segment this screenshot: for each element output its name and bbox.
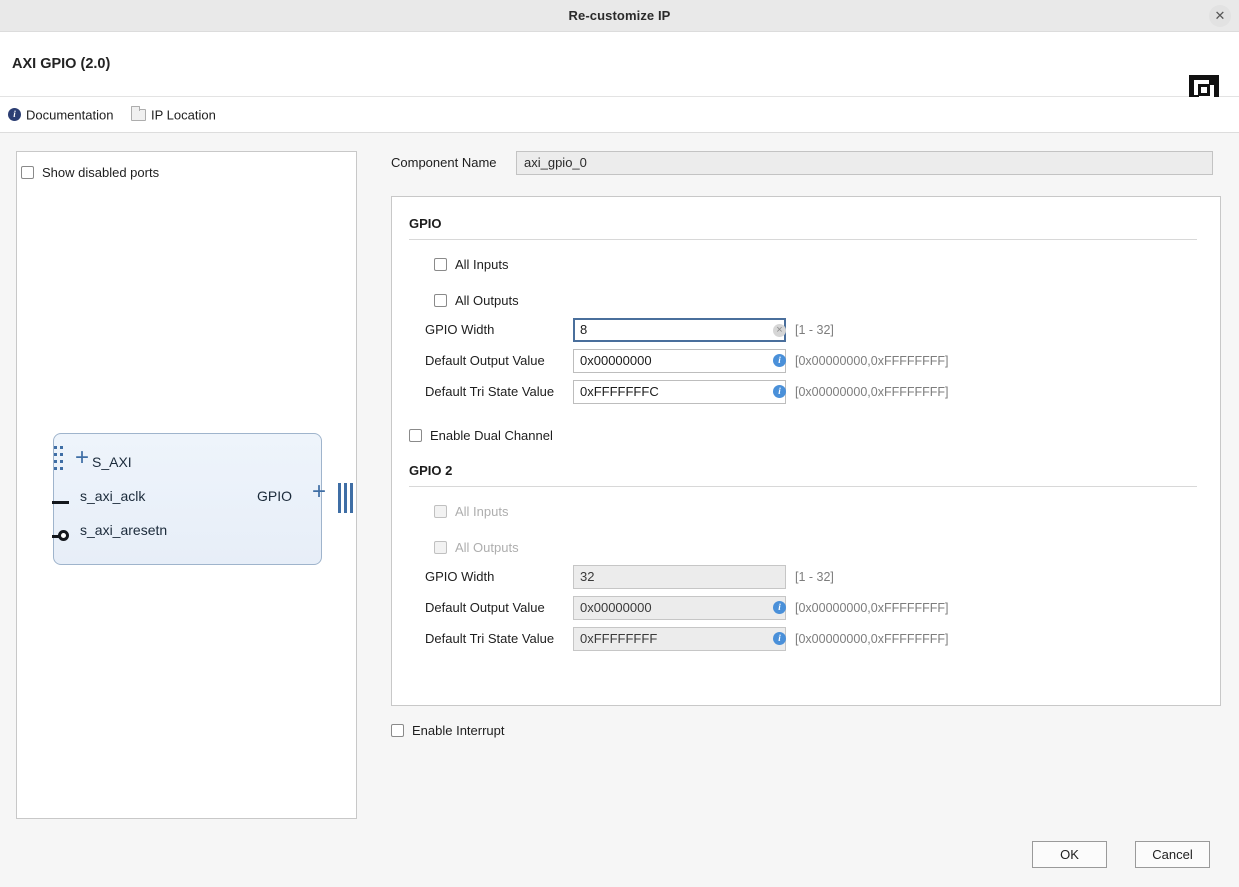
clear-icon[interactable] bbox=[773, 324, 786, 337]
documentation-label: Documentation bbox=[26, 107, 114, 123]
gpio2-default-tristate-label: Default Tri State Value bbox=[425, 631, 555, 646]
gpio2-group-divider bbox=[409, 486, 1197, 487]
gpio2-width-input: 32 bbox=[573, 565, 786, 589]
gpio-default-tristate-hint: [0x00000000,0xFFFFFFFF] bbox=[795, 385, 949, 399]
gpio-bus-connector-icon bbox=[338, 483, 356, 513]
reset-active-low-bubble-icon bbox=[58, 530, 69, 541]
enable-dual-channel-label: Enable Dual Channel bbox=[430, 427, 553, 443]
ip-header: AXI GPIO (2.0) bbox=[0, 32, 1239, 105]
info-icon[interactable] bbox=[773, 354, 786, 367]
gpio2-all-outputs-label: All Outputs bbox=[455, 539, 519, 555]
clock-port-connector-icon bbox=[52, 501, 69, 504]
ip-location-link[interactable]: IP Location bbox=[131, 97, 216, 133]
documentation-link[interactable]: Documentation bbox=[8, 97, 113, 133]
gpio-default-output-hint: [0x00000000,0xFFFFFFFF] bbox=[795, 354, 949, 368]
toolbar-links: Documentation IP Location bbox=[0, 97, 1239, 133]
checkbox-box bbox=[21, 165, 34, 179]
cancel-button[interactable]: Cancel bbox=[1135, 841, 1210, 868]
gpio-all-inputs-checkbox[interactable]: All Inputs bbox=[434, 255, 508, 273]
gpio-width-input[interactable]: 8 bbox=[573, 318, 786, 342]
s-axi-bus-connector-icon bbox=[54, 446, 65, 470]
gpio-default-tristate-input[interactable]: 0xFFFFFFFC bbox=[573, 380, 786, 404]
gpio2-width-label: GPIO Width bbox=[425, 569, 495, 584]
gpio-all-inputs-label: All Inputs bbox=[455, 256, 509, 272]
show-disabled-ports-label: Show disabled ports bbox=[42, 164, 160, 180]
port-label-s-axi: S_AXI bbox=[92, 454, 132, 470]
gpio-default-output-row: Default Output Value 0x00000000 [0x00000… bbox=[425, 349, 1125, 373]
gpio2-default-tristate-input: 0xFFFFFFFF bbox=[573, 627, 786, 651]
gpio-group-title: GPIO bbox=[409, 216, 442, 231]
show-disabled-ports-checkbox[interactable]: Show disabled ports bbox=[21, 163, 159, 181]
gpio2-default-output-label: Default Output Value bbox=[425, 600, 545, 615]
component-name-label: Component Name bbox=[391, 155, 497, 170]
port-label-s-axi-aclk: s_axi_aclk bbox=[80, 488, 146, 504]
gpio2-width-row: GPIO Width 32 [1 - 32] bbox=[425, 565, 1125, 589]
gpio2-all-inputs-label: All Inputs bbox=[455, 503, 509, 519]
gpio-width-row: GPIO Width 8 [1 - 32] bbox=[425, 318, 1125, 342]
gpio2-default-output-row: Default Output Value 0x00000000 [0x00000… bbox=[425, 596, 1125, 620]
component-name-input[interactable]: axi_gpio_0 bbox=[516, 151, 1213, 175]
info-icon[interactable] bbox=[773, 632, 786, 645]
enable-dual-channel-checkbox[interactable]: Enable Dual Channel bbox=[409, 426, 553, 444]
gpio2-width-hint: [1 - 32] bbox=[795, 570, 834, 584]
checkbox-box bbox=[409, 428, 422, 442]
checkbox-box bbox=[434, 504, 447, 518]
s-axi-expand-icon[interactable]: + bbox=[75, 446, 89, 470]
ip-location-label: IP Location bbox=[151, 107, 216, 123]
window-title: Re-customize IP bbox=[568, 8, 671, 23]
gpio2-default-output-input: 0x00000000 bbox=[573, 596, 786, 620]
close-icon[interactable]: ✕ bbox=[1209, 5, 1231, 27]
component-name-row: Component Name axi_gpio_0 bbox=[391, 151, 1221, 175]
gpio-all-outputs-checkbox[interactable]: All Outputs bbox=[434, 291, 519, 309]
port-label-s-axi-aresetn: s_axi_aresetn bbox=[80, 522, 168, 538]
checkbox-box bbox=[391, 723, 404, 737]
gpio-default-tristate-row: Default Tri State Value 0xFFFFFFFC [0x00… bbox=[425, 380, 1125, 404]
checkbox-box bbox=[434, 293, 447, 307]
gpio-group-divider bbox=[409, 239, 1197, 240]
folder-icon bbox=[131, 105, 146, 121]
gpio-width-label: GPIO Width bbox=[425, 322, 495, 337]
gpio-default-output-input[interactable]: 0x00000000 bbox=[573, 349, 786, 373]
port-label-gpio: GPIO bbox=[257, 488, 293, 504]
gpio2-default-tristate-row: Default Tri State Value 0xFFFFFFFF [0x00… bbox=[425, 627, 1125, 651]
enable-interrupt-checkbox[interactable]: Enable Interrupt bbox=[391, 721, 505, 739]
checkbox-box bbox=[434, 540, 447, 554]
info-icon[interactable] bbox=[773, 385, 786, 398]
gpio-expand-icon[interactable]: + bbox=[312, 480, 326, 504]
config-column: Component Name axi_gpio_0 GPIO All Input… bbox=[391, 151, 1221, 706]
gpio-all-outputs-label: All Outputs bbox=[455, 292, 519, 308]
gpio2-all-outputs-checkbox: All Outputs bbox=[434, 538, 519, 556]
ok-button[interactable]: OK bbox=[1032, 841, 1107, 868]
ip-symbol-panel: Show disabled ports + S_AXI s_axi_aclk s… bbox=[16, 151, 357, 819]
enable-interrupt-label: Enable Interrupt bbox=[412, 722, 505, 738]
info-icon[interactable] bbox=[773, 601, 786, 614]
gpio2-default-output-hint: [0x00000000,0xFFFFFFFF] bbox=[795, 601, 949, 615]
gpio-default-tristate-label: Default Tri State Value bbox=[425, 384, 555, 399]
checkbox-box bbox=[434, 257, 447, 271]
gpio-width-hint: [1 - 32] bbox=[795, 323, 834, 337]
info-icon bbox=[8, 108, 21, 122]
window-titlebar: Re-customize IP ✕ bbox=[0, 0, 1239, 32]
gpio-default-output-label: Default Output Value bbox=[425, 353, 545, 368]
ip-title: AXI GPIO (2.0) bbox=[12, 56, 111, 72]
gpio2-all-inputs-checkbox: All Inputs bbox=[434, 502, 508, 520]
options-panel: GPIO All Inputs All Outputs GPIO Width 8… bbox=[391, 196, 1221, 706]
gpio2-default-tristate-hint: [0x00000000,0xFFFFFFFF] bbox=[795, 632, 949, 646]
dialog-body: Show disabled ports + S_AXI s_axi_aclk s… bbox=[0, 133, 1239, 887]
gpio2-group-title: GPIO 2 bbox=[409, 463, 453, 478]
